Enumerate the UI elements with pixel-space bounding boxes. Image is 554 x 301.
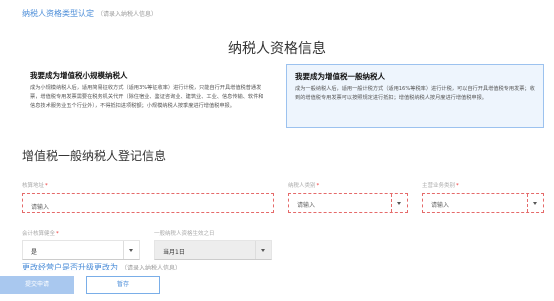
taxpayer-category-placeholder: 请输入	[297, 202, 316, 209]
taxpayer-category-dropdown-button[interactable]	[391, 194, 407, 212]
small-scale-taxpayer-card[interactable]: 我要成为增值税小规模纳税人 成为小规模纳税人后，适用简易征收方式（适用3%等征收…	[22, 64, 272, 128]
effective-date-label-text: 一般纳税人资格生效之日	[154, 231, 215, 237]
breadcrumb: 纳税人资格类型认定 （请录入纳税人信息）	[22, 8, 157, 19]
effective-date-dropdown-button[interactable]	[255, 241, 271, 259]
taxpayer-category-label: 纳税人类别*	[288, 181, 319, 189]
address-label: 核算地址*	[22, 181, 48, 189]
chevron-down-icon	[129, 249, 133, 252]
address-label-text: 核算地址	[22, 183, 45, 189]
footer-bar	[0, 270, 554, 301]
taxpayer-category-select[interactable]: 请输入	[288, 193, 408, 213]
required-mark: *	[56, 231, 59, 237]
general-card-body: 成为一般纳税人后，适用一般计税方式（适用16%等税率）进行计税，可以自行开具增值…	[295, 86, 535, 101]
accounting-dropdown-button[interactable]	[123, 241, 139, 259]
taxpayer-category-label-text: 纳税人类别	[288, 183, 316, 189]
chevron-down-icon	[533, 202, 537, 205]
required-mark: *	[456, 183, 459, 189]
effective-date-value: 当月1日	[163, 249, 185, 256]
general-card-heading: 我要成为增值税一般纳税人	[295, 72, 385, 81]
breadcrumb-title: 纳税人资格类型认定	[22, 9, 94, 18]
small-scale-card-body: 成为小规模纳税人后，适用简易征收方式（适用3%等征收率）进行计税，只能自行开具增…	[30, 85, 264, 109]
submit-button[interactable]: 提交申请	[0, 276, 74, 294]
effective-date-select[interactable]: 当月1日	[154, 240, 272, 260]
accounting-value: 是	[31, 249, 38, 256]
address-field-wrapper	[22, 193, 274, 217]
chevron-down-icon	[397, 202, 401, 205]
breadcrumb-note: （请录入纳税人信息）	[97, 11, 158, 18]
required-mark: *	[316, 183, 320, 189]
save-draft-button[interactable]: 暂存	[86, 276, 160, 294]
small-scale-card-heading: 我要成为增值税小规模纳税人	[30, 71, 128, 80]
page-title: 纳税人资格信息	[228, 41, 326, 57]
effective-date-label: 一般纳税人资格生效之日	[154, 229, 215, 237]
main-business-dropdown-button[interactable]	[527, 194, 543, 212]
accounting-select[interactable]: 是	[22, 240, 140, 260]
required-mark: *	[45, 183, 48, 189]
main-business-select[interactable]: 请输入	[422, 193, 544, 213]
accounting-label-text: 会计核算健全	[22, 231, 56, 237]
main-business-placeholder: 请输入	[431, 202, 450, 209]
accounting-label: 会计核算健全*	[22, 229, 59, 237]
address-input[interactable]	[23, 198, 273, 217]
main-business-label-text: 主营业务类别	[422, 183, 456, 189]
section-title: 增值税一般纳税人登记信息	[22, 149, 167, 163]
general-taxpayer-card[interactable]: 我要成为增值税一般纳税人 成为一般纳税人后，适用一般计税方式（适用16%等税率）…	[286, 64, 544, 128]
chevron-down-icon	[261, 249, 265, 252]
main-business-label: 主营业务类别*	[422, 181, 459, 189]
